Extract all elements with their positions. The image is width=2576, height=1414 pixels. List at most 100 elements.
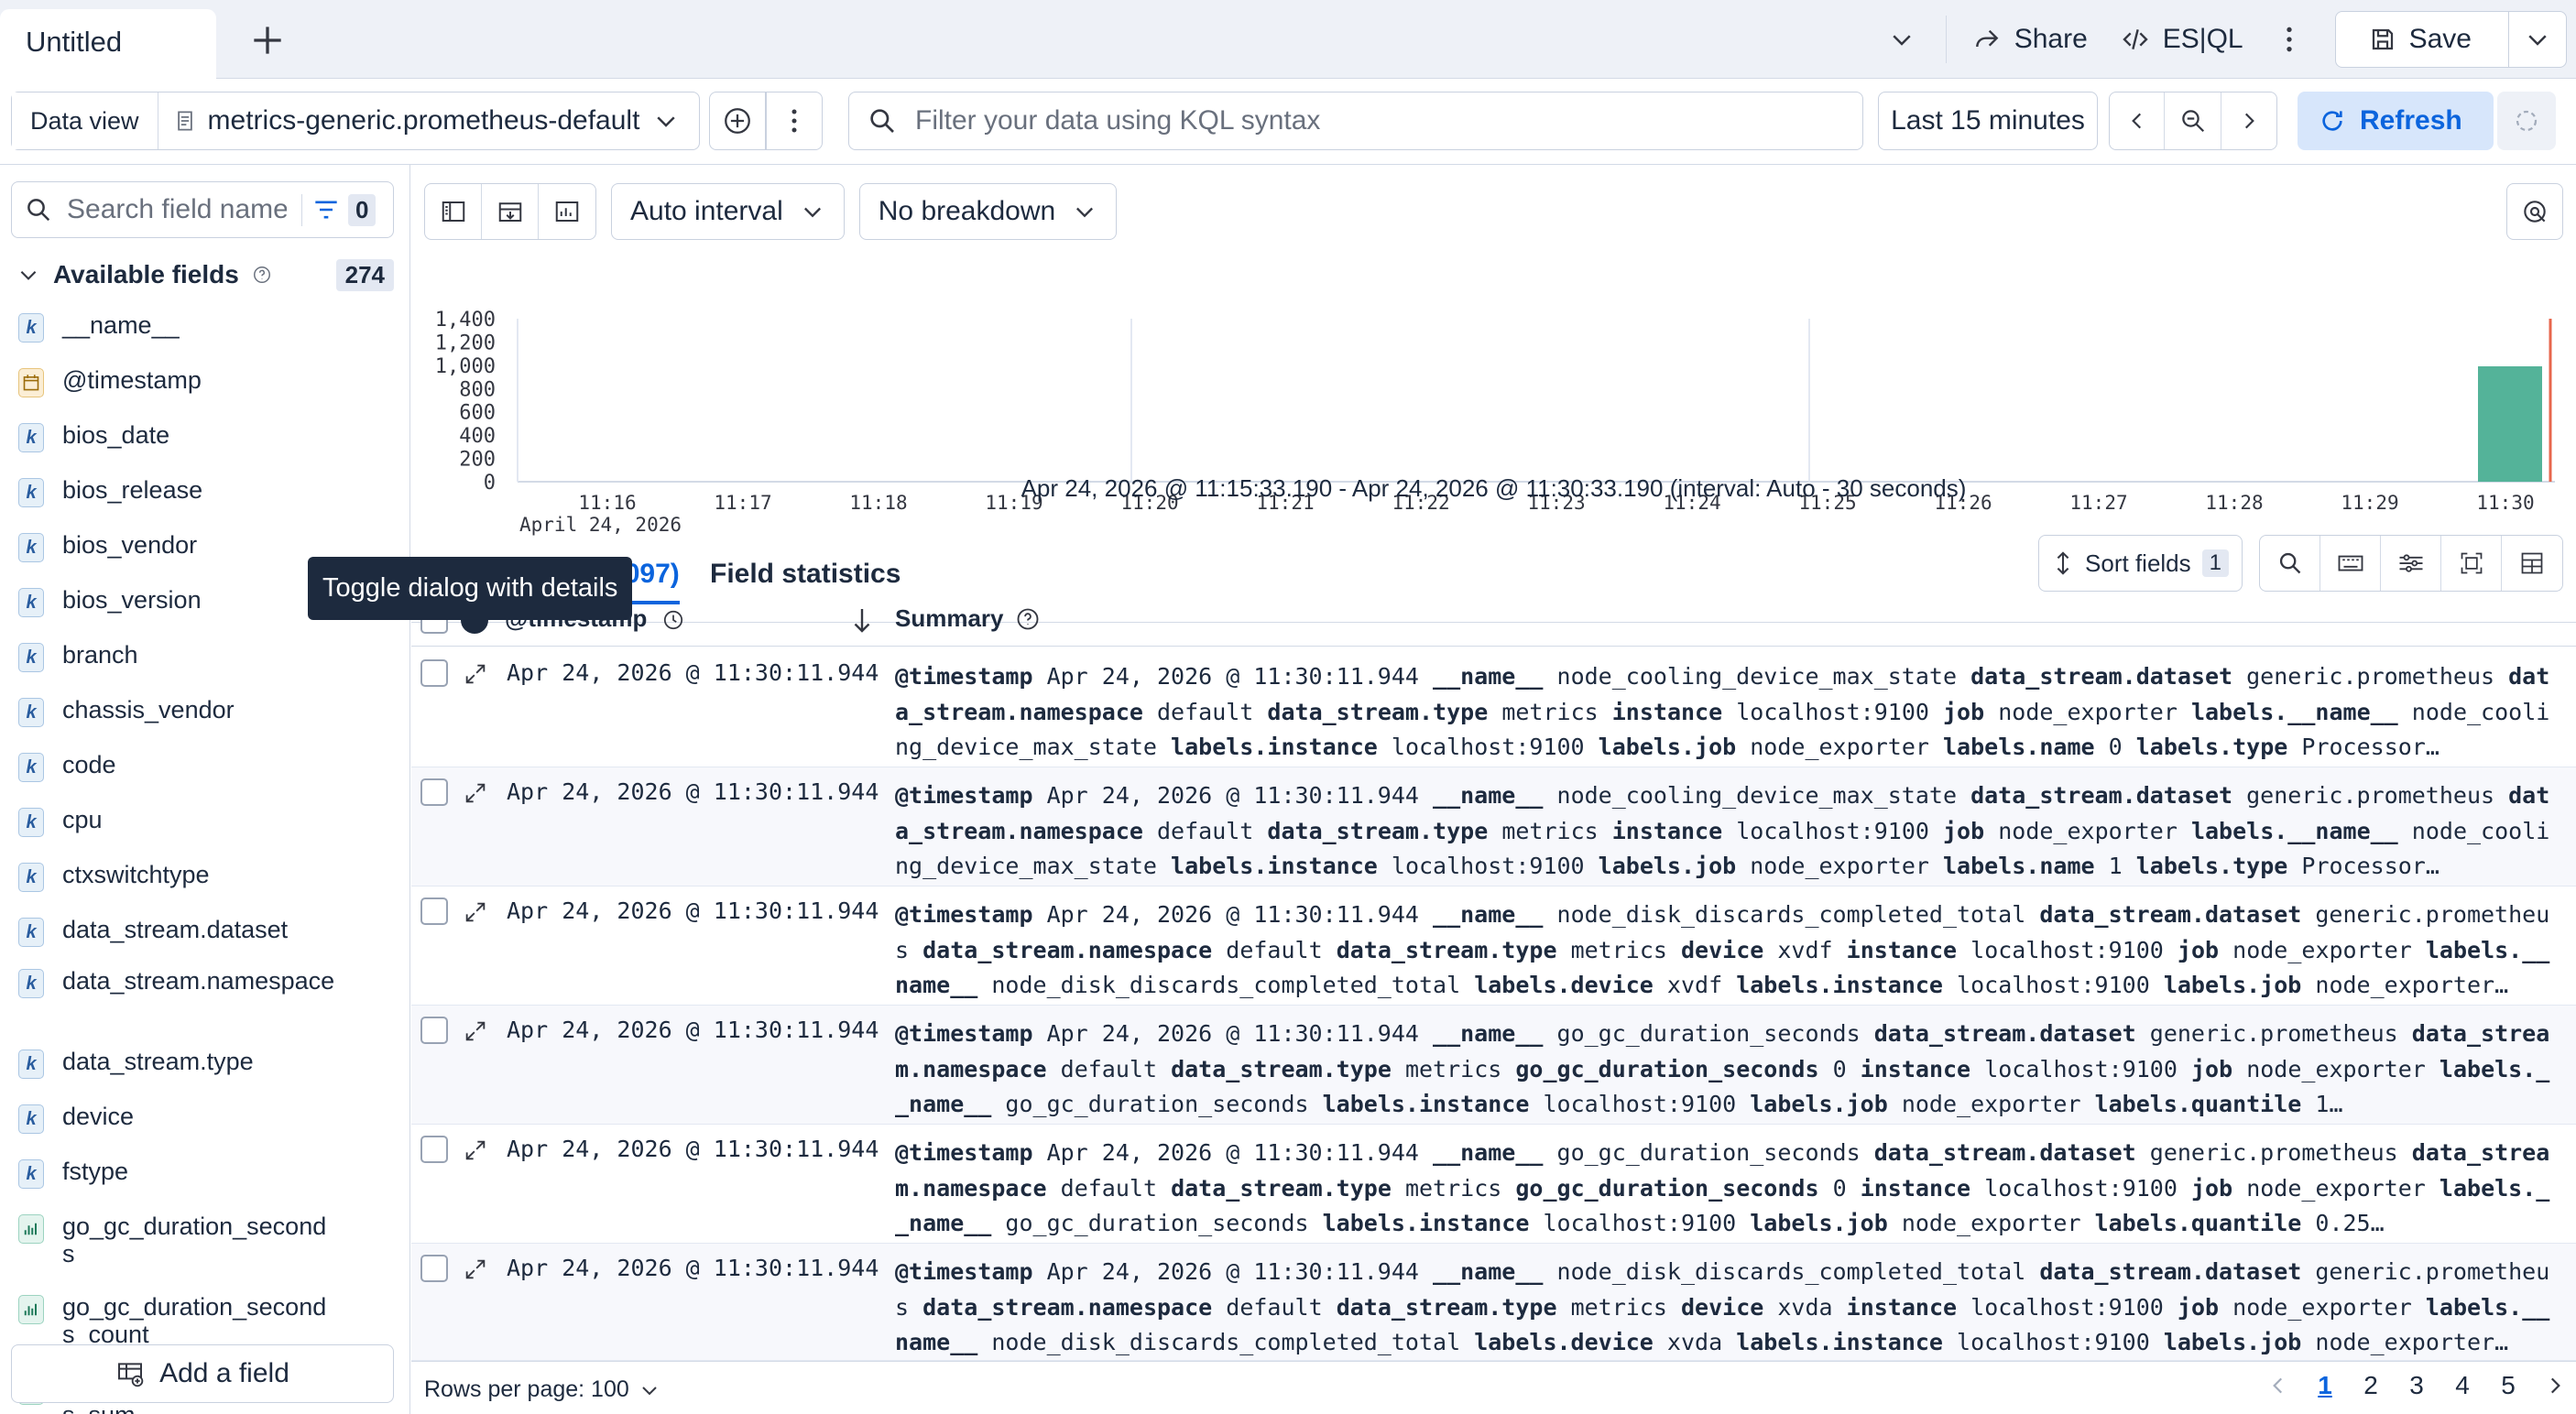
table-row[interactable]: Apr 24, 2026 @ 11:30:11.944 @timestamp Ap… (411, 1125, 2576, 1244)
breakdown-select[interactable]: No breakdown (858, 183, 1118, 240)
field-type-filter-button[interactable]: 0 (301, 193, 377, 226)
expand-icon[interactable] (463, 1018, 488, 1044)
summary-value: metrics (1404, 1055, 1502, 1082)
chart-settings-icon[interactable] (539, 184, 595, 239)
breakdown-label: No breakdown (878, 196, 1056, 226)
column-header-summary[interactable]: Summary (895, 604, 1041, 633)
summary-value: Processor… (2301, 734, 2440, 760)
inspect-icon (2524, 201, 2546, 223)
summary-value: xvda (1666, 1329, 1723, 1355)
summary-key: labels.quantile (2094, 1091, 2302, 1117)
field-item[interactable]: k data_stream.type (18, 1048, 403, 1079)
rows-per-page-select[interactable]: Rows per page: 100 (424, 1376, 660, 1403)
table-row[interactable]: Apr 24, 2026 @ 11:30:11.944 @timestamp Ap… (411, 648, 2576, 767)
summary-value: generic.prometheus (2149, 1139, 2398, 1166)
time-nav-group (2109, 92, 2277, 150)
field-item[interactable]: k __name__ (18, 311, 403, 343)
add-field-button[interactable]: Add a field (11, 1344, 394, 1403)
page-link[interactable]: 4 (2451, 1371, 2473, 1400)
clock-icon (663, 611, 682, 630)
chevron-left-icon (2131, 113, 2141, 129)
table-row[interactable]: Apr 24, 2026 @ 11:30:11.944 @timestamp Ap… (411, 767, 2576, 886)
chevron-right-icon[interactable] (2543, 1374, 2567, 1398)
tab-field-statistics[interactable]: Field statistics (710, 559, 901, 590)
main-panel: Auto interval No breakdown 1,400 1,200 1,0… (411, 165, 2576, 1414)
refresh-button[interactable]: Refresh (2298, 92, 2494, 150)
search-icon[interactable] (2260, 536, 2320, 591)
data-view-picker[interactable]: Data view metrics-generic.prometheus-def… (11, 92, 700, 150)
field-item[interactable]: k data_stream.namespace (18, 967, 403, 998)
tabs-menu-chevron-icon[interactable] (1874, 26, 1929, 53)
expand-icon[interactable] (463, 1137, 488, 1163)
row-checkbox[interactable] (420, 897, 448, 925)
chevron-down-icon (16, 263, 40, 287)
summary-key: job (2190, 1174, 2233, 1202)
page-link[interactable]: 2 (2360, 1371, 2382, 1400)
time-range-picker[interactable]: Last 15 minutes (1878, 92, 2098, 150)
field-item[interactable]: go_gc_duration_seconds_count (18, 1293, 403, 1348)
field-item[interactable]: k chassis_vendor (18, 696, 403, 727)
field-item[interactable]: k bios_release (18, 476, 403, 507)
sort-desc-icon[interactable] (851, 606, 873, 634)
kql-input[interactable] (915, 105, 1795, 136)
auto-refresh-button[interactable] (2497, 92, 2556, 150)
share-button[interactable]: Share (1972, 24, 2088, 55)
kql-search-bar[interactable] (848, 92, 1863, 150)
row-checkbox[interactable] (420, 659, 448, 687)
time-previous-button[interactable] (2110, 92, 2165, 149)
time-next-button[interactable] (2221, 92, 2276, 149)
row-checkbox[interactable] (420, 1017, 448, 1044)
hide-chart-icon[interactable] (482, 184, 539, 239)
summary-key: device (1681, 936, 1764, 963)
summary-key: job (2177, 1293, 2220, 1321)
field-item[interactable]: go_gc_duration_seconds (18, 1213, 403, 1267)
field-item[interactable]: k ctxswitchtype (18, 861, 403, 892)
field-item[interactable]: k bios_date (18, 421, 403, 452)
field-item[interactable]: k code (18, 751, 403, 782)
save-button[interactable]: Save (2334, 11, 2567, 68)
add-filter-button[interactable] (709, 92, 766, 150)
field-name: data_stream.dataset (62, 916, 289, 943)
page-link[interactable]: 1 (2314, 1371, 2336, 1400)
summary-value: localhost:9100 (1984, 1055, 2178, 1082)
table-row[interactable]: Apr 24, 2026 @ 11:30:11.944 @timestamp Ap… (411, 886, 2576, 1006)
columns-icon[interactable] (2502, 536, 2562, 591)
expand-icon[interactable] (463, 780, 488, 806)
row-checkbox[interactable] (420, 1136, 448, 1163)
keyboard-icon[interactable] (2320, 536, 2381, 591)
summary-key: @timestamp (895, 1020, 1033, 1047)
row-checkbox[interactable] (420, 1255, 448, 1282)
table-row[interactable]: Apr 24, 2026 @ 11:30:11.944 @timestamp Ap… (411, 1006, 2576, 1125)
save-options-chevron-icon[interactable] (2509, 12, 2566, 67)
field-search-input[interactable] (67, 194, 287, 225)
query-menu-button[interactable] (766, 92, 823, 150)
interval-select[interactable]: Auto interval (611, 183, 845, 240)
field-item[interactable]: k data_stream.dataset (18, 916, 403, 947)
available-fields-header[interactable]: Available fields 274 (16, 256, 394, 293)
chart-options-button[interactable] (2506, 183, 2563, 240)
toggle-sidebar-icon[interactable] (425, 184, 482, 239)
table-row[interactable]: Apr 24, 2026 @ 11:30:11.944 @timestamp Ap… (411, 1244, 2576, 1361)
summary-value: node_exporter (1998, 817, 2178, 844)
zoom-out-button[interactable] (2165, 92, 2221, 149)
expand-icon[interactable] (463, 1256, 488, 1282)
field-item[interactable]: k device (18, 1103, 403, 1134)
field-search[interactable]: 0 (11, 181, 394, 238)
field-item[interactable]: k cpu (18, 806, 403, 837)
row-checkbox[interactable] (420, 778, 448, 806)
fullscreen-icon[interactable] (2441, 536, 2502, 591)
expand-icon[interactable] (463, 899, 488, 925)
field-item[interactable]: k branch (18, 641, 403, 672)
tab-untitled[interactable]: Untitled (0, 9, 216, 79)
chevron-left-icon[interactable] (2266, 1374, 2290, 1398)
field-item[interactable]: k fstype (18, 1158, 403, 1189)
page-link[interactable]: 5 (2497, 1371, 2519, 1400)
field-item[interactable]: @timestamp (18, 366, 403, 397)
expand-icon[interactable] (463, 661, 488, 687)
more-actions-icon[interactable] (2271, 25, 2308, 54)
display-settings-icon[interactable] (2381, 536, 2441, 591)
plus-icon[interactable] (247, 20, 288, 60)
esql-button[interactable]: ES|QL (2121, 24, 2243, 55)
sort-fields-button[interactable]: Sort fields 1 (2038, 535, 2243, 592)
page-link[interactable]: 3 (2406, 1371, 2428, 1400)
